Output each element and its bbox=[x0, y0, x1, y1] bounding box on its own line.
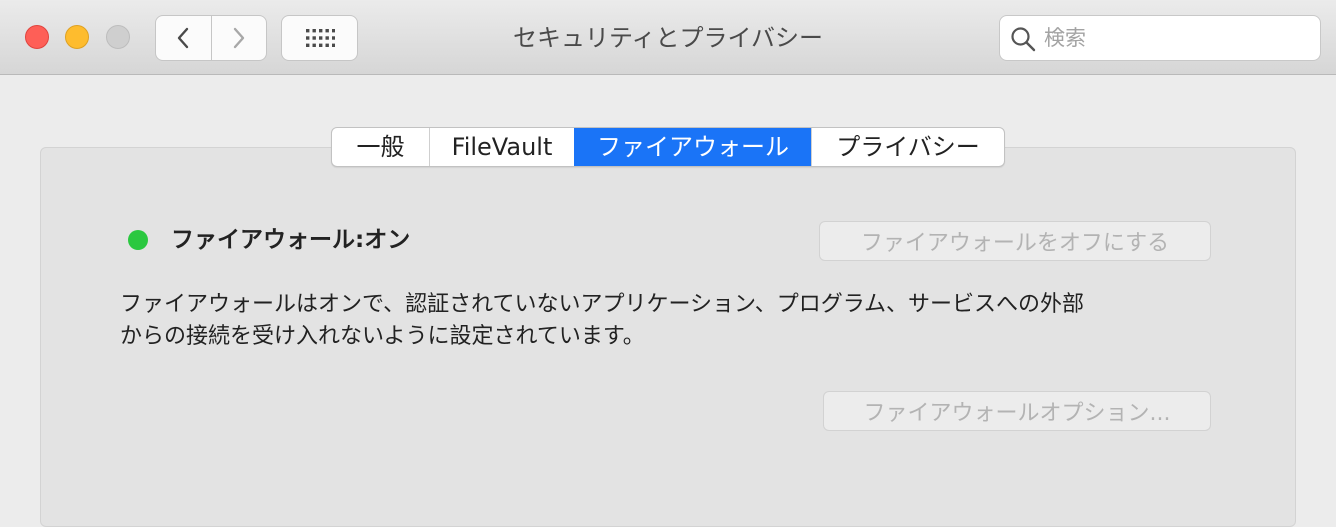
zoom-window-button[interactable] bbox=[106, 25, 130, 49]
tab-general[interactable]: 一般 bbox=[332, 128, 429, 166]
tab-firewall[interactable]: ファイアウォール bbox=[574, 128, 811, 166]
minimize-window-button[interactable] bbox=[65, 25, 89, 49]
back-button[interactable] bbox=[156, 16, 211, 60]
firewall-description: ファイアウォールはオンで、認証されていないアプリケーション、プログラム、サービス… bbox=[120, 292, 1085, 349]
firewall-options-button[interactable]: ファイアウォールオプション... bbox=[823, 391, 1211, 431]
search-field[interactable] bbox=[999, 15, 1321, 61]
chevron-right-icon bbox=[233, 27, 244, 49]
show-all-button[interactable] bbox=[281, 15, 358, 61]
navigation-buttons bbox=[155, 15, 267, 61]
tab-privacy[interactable]: プライバシー bbox=[811, 128, 1004, 166]
firewall-status-indicator bbox=[128, 230, 148, 250]
turn-off-firewall-button[interactable]: ファイアウォールをオフにする bbox=[819, 221, 1211, 261]
search-input[interactable] bbox=[1044, 16, 1314, 60]
tab-bar: 一般 FileVault ファイアウォール プライバシー bbox=[331, 127, 1005, 167]
title-bar: セキュリティとプライバシー bbox=[0, 0, 1336, 75]
chevron-left-icon bbox=[178, 27, 189, 49]
grid-icon bbox=[305, 29, 335, 47]
window-title: セキュリティとプライバシー bbox=[512, 24, 824, 52]
forward-button[interactable] bbox=[210, 16, 267, 60]
close-window-button[interactable] bbox=[25, 25, 49, 49]
search-icon bbox=[1011, 27, 1036, 52]
firewall-status-label: ファイアウォール:オン bbox=[171, 227, 411, 253]
tab-filevault[interactable]: FileVault bbox=[429, 128, 574, 166]
